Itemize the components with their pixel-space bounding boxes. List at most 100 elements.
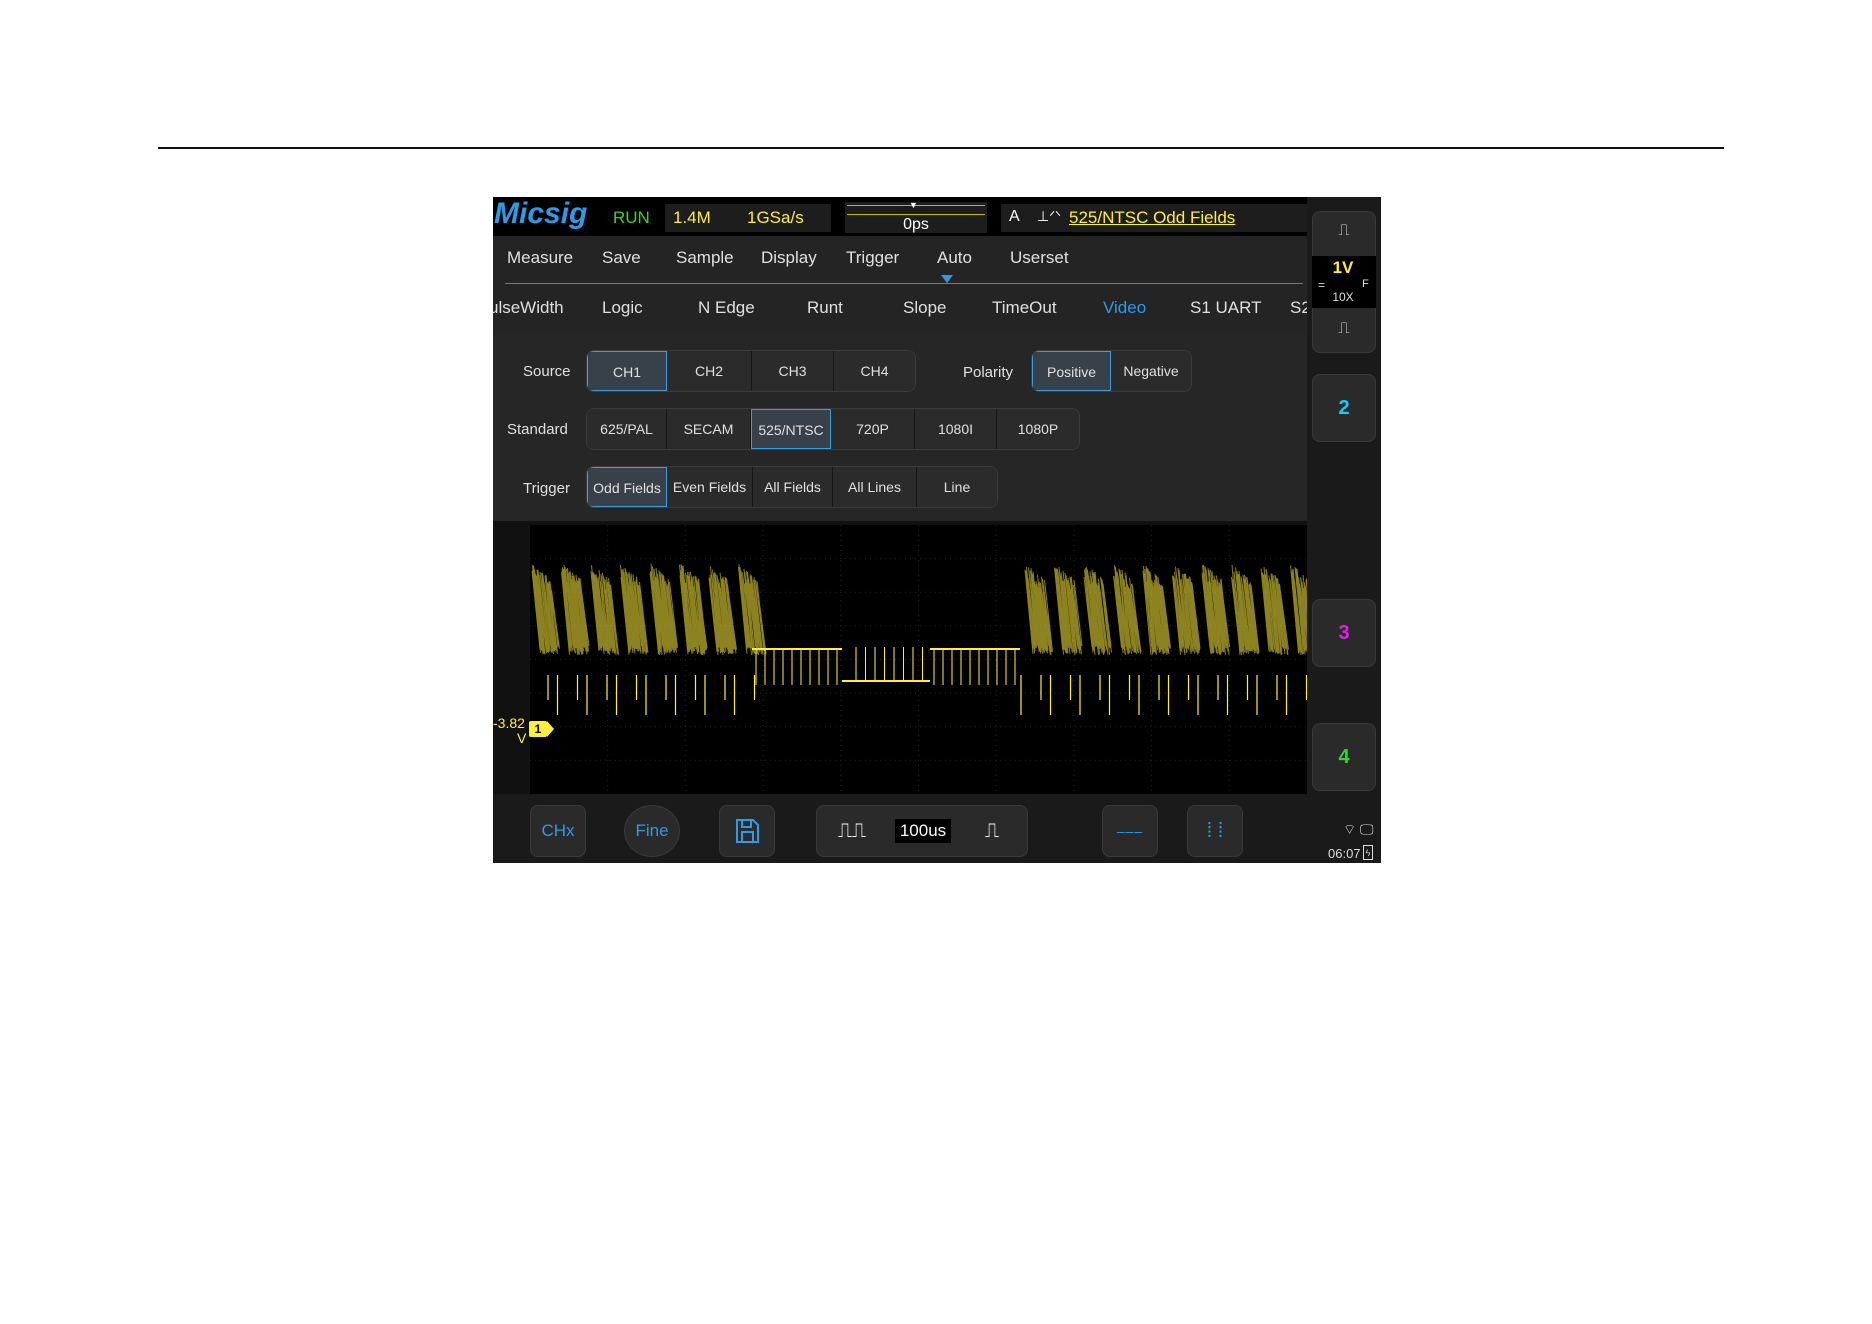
- time-offset: 0ps: [903, 216, 929, 233]
- trigger-type-s1-uart[interactable]: S1 UART: [1190, 298, 1262, 318]
- battery-icon: ϟ: [1363, 845, 1373, 860]
- video-line-burst: [556, 565, 590, 715]
- video-trigger-icon: ⊥ᐟᐠ: [1037, 208, 1062, 224]
- timebase-value[interactable]: 100us: [895, 819, 951, 843]
- wifi-icon: ⌔ 🖵: [1343, 821, 1374, 837]
- save-button[interactable]: [719, 805, 775, 857]
- system-clock: 06:07: [1328, 846, 1361, 861]
- status-bar: Micsig RUN 1.4M 1GSa/s ▼ 0ps A ⊥ᐟᐠ 525/N…: [493, 197, 1307, 236]
- ch4-button[interactable]: 4: [1312, 723, 1376, 791]
- trigger-line-button[interactable]: Line: [917, 467, 997, 507]
- trigger-label: Trigger: [523, 480, 570, 497]
- ch1-control[interactable]: ⎍ 1V = F 10X ⎍: [1312, 211, 1376, 353]
- source-group: CH1 CH2 CH3 CH4: [586, 350, 916, 392]
- menu-measure[interactable]: Measure: [507, 248, 573, 268]
- video-line-burst: [586, 565, 619, 715]
- polarity-negative-button[interactable]: Negative: [1111, 351, 1191, 391]
- ch1-scale-panel[interactable]: 1V = F 10X: [1312, 256, 1376, 308]
- trigger-type-timeout[interactable]: TimeOut: [992, 298, 1057, 318]
- sample-rate: 1GSa/s: [747, 208, 804, 227]
- standard-group: 625/PAL SECAM 525/NTSC 720P 1080I 1080P: [586, 408, 1080, 450]
- ch1-offset-unit: V: [517, 730, 527, 746]
- source-ch4-button[interactable]: CH4: [834, 351, 915, 391]
- standard-secam-button[interactable]: SECAM: [667, 409, 751, 449]
- ch1-level-marker[interactable]: 1: [529, 721, 554, 737]
- trigger-info-box[interactable]: A ⊥ᐟᐠ 525/NTSC Odd Fields: [1001, 204, 1307, 232]
- ch1-bandwidth: F: [1362, 278, 1369, 290]
- main-menu: Measure Save Sample Display Trigger Auto…: [493, 236, 1307, 280]
- ch2-button[interactable]: 2: [1312, 374, 1376, 442]
- menu-display[interactable]: Display: [761, 248, 817, 268]
- active-menu-caret: [941, 275, 953, 283]
- menu-userset[interactable]: Userset: [1010, 248, 1069, 268]
- video-line-burst: [1226, 564, 1260, 715]
- menu-sample[interactable]: Sample: [676, 248, 734, 268]
- channel-column: ⎍ 1V = F 10X ⎍ 2 3 4: [1307, 197, 1381, 794]
- video-line-burst: [615, 564, 649, 715]
- menu-save[interactable]: Save: [602, 248, 641, 268]
- trigger-type-video[interactable]: Video: [1103, 298, 1146, 318]
- standard-1080p-button[interactable]: 1080P: [997, 409, 1079, 449]
- chx-button[interactable]: CHx: [530, 805, 586, 857]
- polarity-positive-button[interactable]: Positive: [1032, 351, 1111, 391]
- polarity-group: Positive Negative: [1031, 350, 1192, 392]
- video-line-burst: [733, 564, 767, 715]
- ch1-scale: 1V: [1332, 258, 1354, 277]
- horizontal-cursor-icon[interactable]: ‒‒‒: [1102, 805, 1158, 857]
- source-label: Source: [523, 363, 571, 380]
- oscilloscope-screen: Micsig RUN 1.4M 1GSa/s ▼ 0ps A ⊥ᐟᐠ 525/N…: [493, 197, 1381, 863]
- trigger-position-icon: ▼: [909, 200, 918, 210]
- menu-panel: Measure Save Sample Display Trigger Auto…: [493, 236, 1311, 521]
- timebase-control: ⎍⎍ 100us ⎍: [816, 805, 1028, 857]
- scale-increase-icon[interactable]: ⎍: [1313, 222, 1375, 240]
- trigger-type-runt[interactable]: Runt: [807, 298, 843, 318]
- source-ch3-button[interactable]: CH3: [752, 351, 834, 391]
- trigger-mode: A: [1009, 208, 1020, 225]
- fine-button[interactable]: Fine: [624, 805, 680, 857]
- screen-grid: [530, 525, 1307, 794]
- trigger-all-lines-button[interactable]: All Lines: [833, 467, 917, 507]
- trigger-even-fields-button[interactable]: Even Fields: [667, 467, 753, 507]
- page-divider: [158, 147, 1724, 149]
- save-icon: [736, 819, 759, 843]
- trigger-type-slope[interactable]: Slope: [903, 298, 946, 318]
- time-offset-box[interactable]: ▼ 0ps: [845, 200, 987, 233]
- ch3-button[interactable]: 3: [1312, 599, 1376, 667]
- bottom-toolbar: CHx Fine ⎍⎍ 100us ⎍ ‒‒‒ ⁞ ⁞: [493, 794, 1381, 863]
- standard-label: Standard: [507, 421, 568, 438]
- waveform-display[interactable]: [527, 525, 1319, 794]
- trigger-type-n-edge[interactable]: N Edge: [698, 298, 755, 318]
- standard-625-pal-button[interactable]: 625/PAL: [587, 409, 667, 449]
- video-line-burst: [1197, 565, 1230, 715]
- ch1-video-waveform: [527, 525, 1319, 794]
- trigger-type-logic[interactable]: Logic: [602, 298, 643, 318]
- acquisition-info[interactable]: 1.4M 1GSa/s: [665, 204, 831, 232]
- trigger-all-fields-button[interactable]: All Fields: [753, 467, 833, 507]
- field-trigger-group: Odd Fields Even Fields All Fields All Li…: [586, 466, 998, 508]
- standard-525-ntsc-button[interactable]: 525/NTSC: [751, 409, 831, 449]
- menu-trigger[interactable]: Trigger: [846, 248, 899, 268]
- menu-auto[interactable]: Auto: [937, 248, 972, 268]
- video-line-burst: [645, 563, 678, 715]
- ch1-offset-value: -3.82: [493, 715, 525, 731]
- vertical-blanking: [752, 647, 1020, 685]
- video-line-burst: [1256, 567, 1289, 715]
- video-trigger-options: Source CH1 CH2 CH3 CH4 Polarity Positive…: [493, 335, 1307, 521]
- vertical-cursor-icon[interactable]: ⁞ ⁞: [1187, 805, 1243, 857]
- trigger-type-menu: ulseWidth Logic N Edge Runt Slope TimeOu…: [493, 284, 1311, 334]
- polarity-label: Polarity: [963, 364, 1014, 381]
- run-status[interactable]: RUN: [613, 208, 650, 228]
- scale-decrease-icon[interactable]: ⎍: [1313, 320, 1375, 338]
- timebase-increase-icon[interactable]: ⎍: [957, 806, 1027, 856]
- standard-1080i-button[interactable]: 1080I: [915, 409, 997, 449]
- trigger-odd-fields-button[interactable]: Odd Fields: [587, 467, 667, 507]
- memory-depth: 1.4M: [673, 208, 711, 227]
- standard-720p-button[interactable]: 720P: [831, 409, 915, 449]
- video-line-burst: [1285, 565, 1319, 715]
- video-line-burst: [674, 564, 708, 715]
- brand-logo: Micsig: [494, 197, 588, 230]
- trigger-type-pulsewidth[interactable]: ulseWidth: [493, 298, 564, 318]
- timebase-decrease-icon[interactable]: ⎍⎍: [817, 806, 887, 856]
- source-ch2-button[interactable]: CH2: [667, 351, 752, 391]
- source-ch1-button[interactable]: CH1: [587, 351, 667, 391]
